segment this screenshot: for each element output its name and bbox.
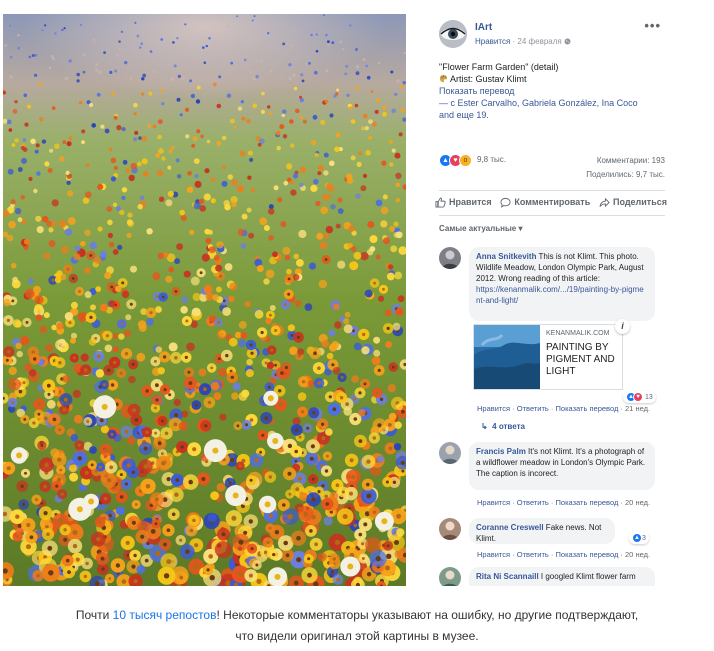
comment-bubble: Anna Snitkevith This is not Klimt. This … — [469, 247, 655, 321]
post-side-panel: IArt Нравится · 24 февраля ••• "Flower F… — [431, 14, 667, 586]
caption-line-1: Почти 10 тысяч репостов! Некоторые комме… — [0, 605, 714, 626]
link-preview-title[interactable]: PAINTING BY PIGMENT AND LIGHT — [546, 342, 622, 378]
tagged-line: — с Ester Carvalho, Gabriela González, I… — [439, 97, 665, 109]
comment-translate-link[interactable]: Показать перевод — [556, 498, 619, 507]
comment-author[interactable]: Coranne Creswell — [476, 523, 544, 532]
comment-bubble: Rita Ni Scannaill I googled Klimt flower… — [469, 567, 655, 586]
page-like-link[interactable]: Нравится — [475, 37, 510, 46]
comment-like-link[interactable]: Нравится — [477, 550, 510, 559]
like-button[interactable]: Нравится — [435, 194, 492, 210]
see-translation-link[interactable]: Показать перевод — [439, 85, 665, 97]
palette-icon — [439, 74, 450, 84]
link-preview-card[interactable]: KENANMALIK.COM PAINTING BY PIGMENT AND L… — [473, 324, 623, 390]
comment-translate-link[interactable]: Показать перевод — [556, 550, 619, 559]
comment-reactions[interactable]: ▲ ♥ 13 — [623, 391, 656, 403]
comment-like-link[interactable]: Нравится — [477, 498, 510, 507]
comment-reply-link[interactable]: Ответить — [517, 404, 549, 413]
avatar[interactable] — [439, 567, 461, 586]
post-meta: Нравится · 24 февраля — [475, 37, 571, 46]
comment: Francis Palm It's not Klimt. It's a phot… — [439, 442, 667, 512]
comment-text: I googled Klimt flower farm — [538, 572, 636, 581]
caption-line-2: что видели оригинал этой картины в музее… — [235, 629, 479, 643]
avatar[interactable] — [439, 518, 461, 540]
caption-text-after: ! Некоторые комментаторы указывают на ош… — [216, 608, 639, 622]
more-options-icon[interactable]: ••• — [644, 18, 661, 33]
comment-reply-link[interactable]: Ответить — [517, 550, 549, 559]
caption-text-before: Почти — [75, 608, 113, 622]
comment-reply-link[interactable]: Ответить — [517, 498, 549, 507]
post-actions: Нравится Комментировать Поделиться — [435, 194, 667, 210]
comment-bubble-icon — [500, 197, 511, 208]
reactions-count[interactable]: 9,8 тыс. — [477, 155, 506, 164]
thumbs-up-icon — [435, 196, 446, 208]
avatar[interactable] — [439, 247, 461, 269]
wow-reaction-icon: o — [459, 154, 472, 167]
comment-age[interactable]: 20 нед. — [625, 498, 650, 507]
comment-actions: Нравится · Ответить · Показать перевод ·… — [477, 404, 651, 413]
comment-sort-dropdown[interactable]: Самые актуальные ▾ — [439, 224, 522, 233]
like-reaction-icon: ▲ — [632, 533, 642, 543]
avatar[interactable] — [439, 442, 461, 464]
post-text: "Flower Farm Garden" (detail) Artist: Gu… — [439, 61, 665, 121]
link-preview-image — [474, 325, 540, 389]
comment-button-label: Комментировать — [514, 197, 591, 207]
comment-author[interactable]: Francis Palm — [476, 447, 526, 456]
comment-age[interactable]: 20 нед. — [625, 550, 650, 559]
divider — [439, 215, 665, 216]
article-caption: Почти 10 тысяч репостов! Некоторые комме… — [0, 605, 714, 647]
with-prefix: — с — [439, 98, 458, 108]
comment-author[interactable]: Rita Ni Scannaill — [476, 572, 539, 581]
comment-button[interactable]: Комментировать — [500, 194, 590, 210]
share-button-label: Поделиться — [612, 197, 667, 207]
comment-bubble: Coranne Creswell Fake news. Not Klimt. — [469, 518, 615, 544]
link-preview-domain: KENANMALIK.COM — [546, 330, 610, 337]
comment-author[interactable]: Anna Snitkevith — [476, 252, 536, 261]
like-button-label: Нравится — [449, 197, 492, 207]
replies-count: 4 ответа — [492, 422, 525, 431]
reply-arrow-icon: ↳ — [481, 422, 488, 431]
meadow-image — [3, 14, 406, 586]
page-avatar[interactable] — [439, 20, 467, 48]
facebook-post-screenshot: IArt Нравится · 24 февраля ••• "Flower F… — [3, 14, 667, 586]
comment-link[interactable]: https://kenanmalik.com/.../19/painting-b… — [476, 284, 648, 306]
comment-reaction-count: 3 — [642, 534, 646, 542]
comment-like-link[interactable]: Нравится — [477, 404, 510, 413]
page-name[interactable]: IArt — [475, 22, 492, 33]
engagement-counts: Комментарии: 193 Поделились: 9,7 тыс. — [586, 154, 665, 182]
tagged-more-line: and еще 19. — [439, 109, 665, 121]
reaction-icons[interactable]: ▲ ♥ o — [439, 154, 472, 167]
artist-line: Artist: Gustav Klimt — [439, 73, 665, 85]
comments-count[interactable]: Комментарии: 193 — [586, 154, 665, 168]
view-replies-link[interactable]: ↳ 4 ответа — [481, 422, 525, 431]
comment: Coranne Creswell Fake news. Not Klimt. ▲… — [439, 518, 667, 563]
comment-reactions[interactable]: ▲ 3 — [629, 532, 649, 544]
comment: Anna Snitkevith This is not Klimt. This … — [439, 247, 667, 431]
reposts-link[interactable]: 10 тысяч репостов — [113, 608, 217, 622]
tagged-more-link[interactable]: еще 19. — [457, 110, 489, 120]
artist-text: Artist: Gustav Klimt — [450, 74, 527, 84]
share-button[interactable]: Поделиться — [599, 194, 667, 210]
post-date[interactable]: 24 февраля — [517, 37, 561, 46]
comment-actions: Нравится · Ответить · Показать перевод ·… — [477, 498, 651, 507]
info-icon[interactable]: i — [615, 319, 630, 334]
love-reaction-icon: ♥ — [633, 392, 643, 402]
tagged-people-link[interactable]: Ester Carvalho, Gabriela González, Ina C… — [458, 98, 638, 108]
and-word: and — [439, 110, 457, 120]
reactions-summary: ▲ ♥ o 9,8 тыс. Комментарии: 193 Поделили… — [439, 154, 665, 182]
post-header: IArt Нравится · 24 февраля ••• — [439, 18, 665, 52]
divider — [439, 190, 665, 191]
artwork-title: "Flower Farm Garden" (detail) — [439, 62, 559, 72]
shares-count[interactable]: Поделились: 9,7 тыс. — [586, 168, 665, 182]
comment: Rita Ni Scannaill I googled Klimt flower… — [439, 567, 667, 586]
comment-reaction-count: 13 — [645, 393, 653, 401]
share-arrow-icon — [599, 197, 610, 207]
flower-meadow-photo[interactable] — [3, 14, 406, 586]
comment-translate-link[interactable]: Показать перевод — [556, 404, 619, 413]
comment-bubble: Francis Palm It's not Klimt. It's a phot… — [469, 442, 655, 490]
comment-actions: Нравится · Ответить · Показать перевод ·… — [477, 550, 651, 559]
globe-icon — [564, 37, 571, 46]
comment-age[interactable]: 21 нед. — [625, 404, 650, 413]
eye-icon — [439, 20, 467, 48]
